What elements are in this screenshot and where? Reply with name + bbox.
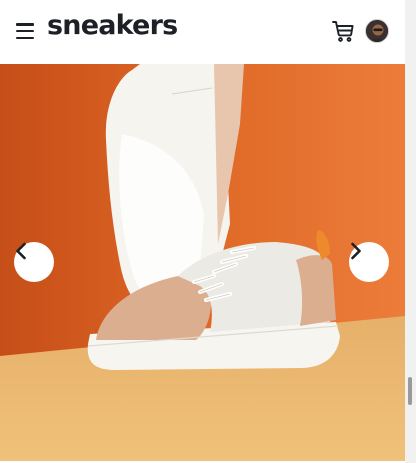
previous-image-button[interactable] [14, 242, 54, 282]
menu-icon[interactable] [16, 23, 36, 39]
brand-logo[interactable]: sneakers [47, 10, 178, 41]
chevron-left-icon [16, 242, 26, 260]
site-header: sneakers [0, 0, 405, 64]
scrollbar-thumb[interactable] [408, 377, 412, 405]
cart-icon[interactable] [331, 19, 355, 43]
chevron-right-icon [351, 242, 361, 260]
scrollbar[interactable] [405, 0, 416, 463]
next-image-button[interactable] [349, 242, 389, 282]
avatar[interactable] [365, 19, 389, 43]
product-image [0, 64, 405, 461]
